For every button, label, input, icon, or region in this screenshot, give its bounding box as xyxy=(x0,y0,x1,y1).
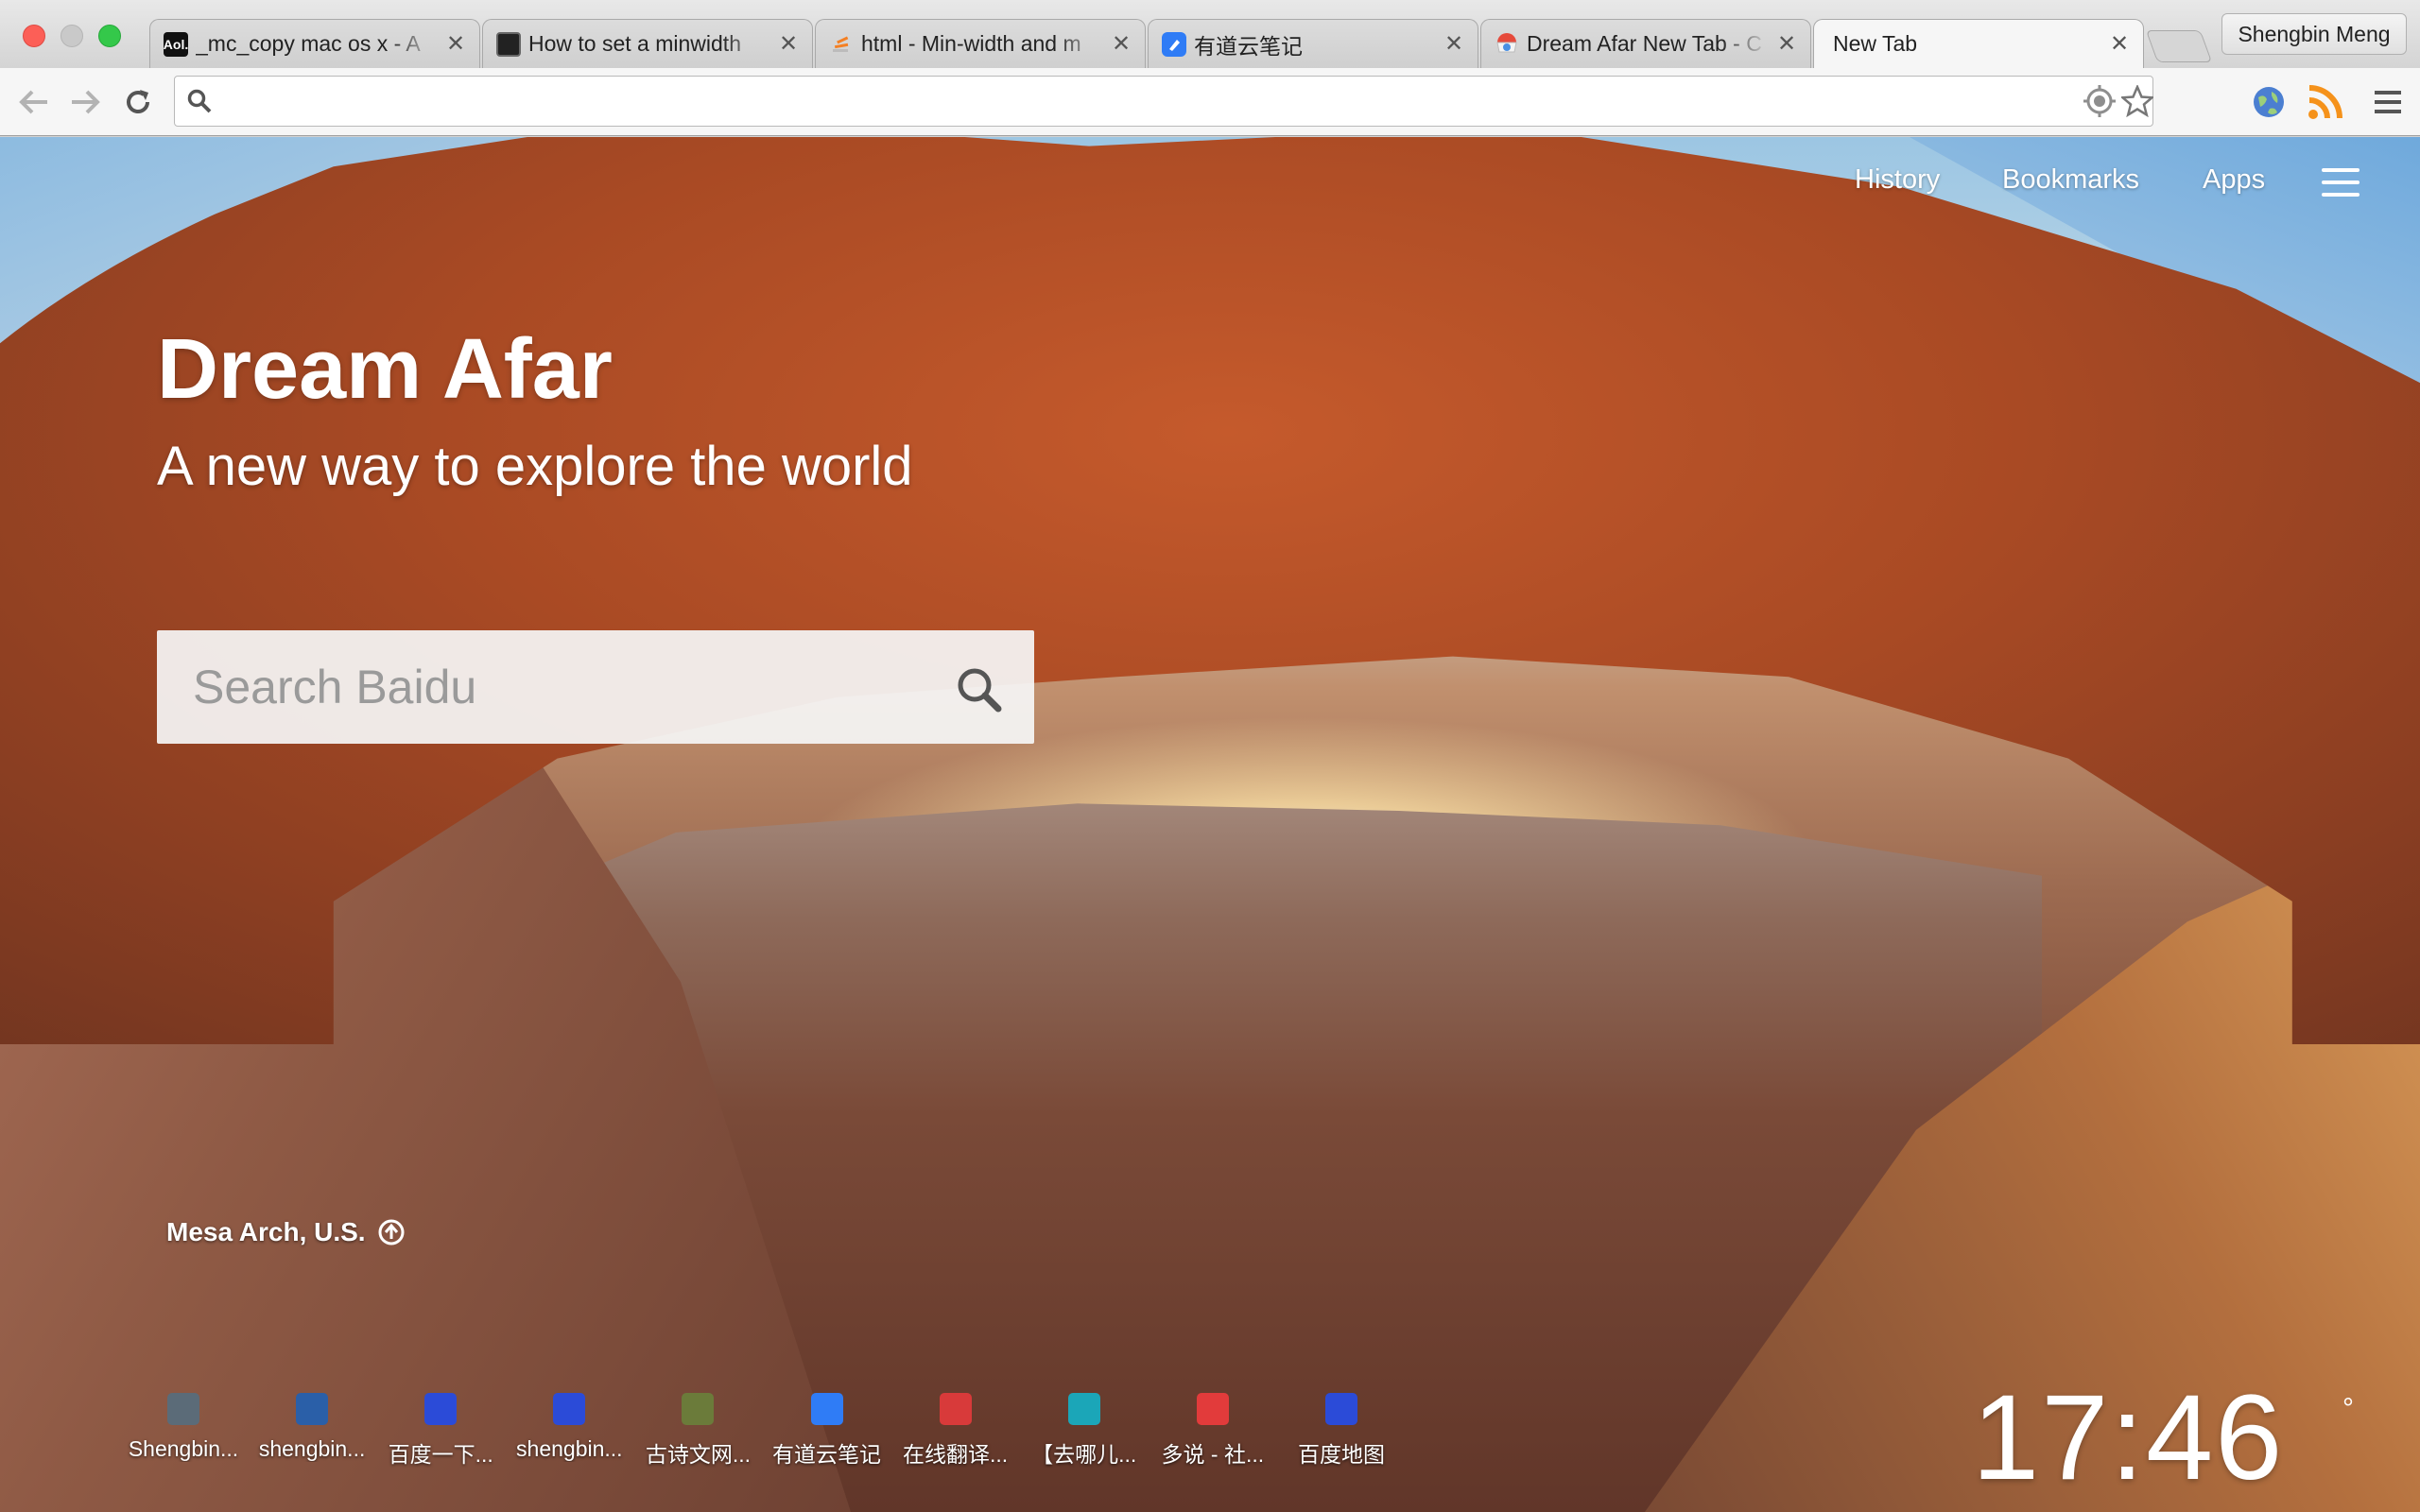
tab-title: _mc_copy mac os x - A xyxy=(196,31,421,56)
tab-strip: Aol. _mc_copy mac os x - A ✕ How to set … xyxy=(149,19,2210,68)
shortcut-tile[interactable]: shengbin... xyxy=(248,1393,376,1478)
shortcut-label: Shengbin... xyxy=(128,1436,239,1461)
search-box[interactable] xyxy=(157,630,1034,744)
terminal-favicon xyxy=(496,31,521,57)
brand-title: Dream Afar xyxy=(157,322,613,417)
translate-icon xyxy=(939,1393,972,1425)
zoom-window-button[interactable] xyxy=(98,25,121,47)
tab-aol[interactable]: Aol. _mc_copy mac os x - A ✕ xyxy=(149,19,480,68)
shortcut-label: 在线翻译... xyxy=(903,1442,1009,1467)
globe-icon[interactable] xyxy=(2250,83,2288,121)
qunar-camel-icon xyxy=(1067,1393,1100,1425)
close-icon[interactable]: ✕ xyxy=(1776,30,1797,58)
shortcut-tile[interactable]: shengbin... xyxy=(505,1393,633,1478)
history-link[interactable]: History xyxy=(1855,164,1940,196)
bookmark-star-icon[interactable] xyxy=(2120,84,2154,118)
tab-new-tab[interactable]: New Tab ✕ xyxy=(1813,19,2144,68)
close-icon[interactable]: ✕ xyxy=(445,30,466,58)
tab-minwidth[interactable]: How to set a minwidth ✕ xyxy=(482,19,813,68)
bookmarks-link[interactable]: Bookmarks xyxy=(2002,164,2139,196)
shortcut-tile[interactable]: 有道云笔记 xyxy=(763,1393,891,1478)
baidu-paw-icon xyxy=(553,1393,586,1425)
shortcut-tile[interactable]: 【去哪儿... xyxy=(1020,1393,1149,1478)
photo-location[interactable]: Mesa Arch, U.S. xyxy=(166,1217,366,1247)
shortcut-tile[interactable]: 百度地图 xyxy=(1277,1393,1406,1478)
shortcut-tile[interactable]: Shengbin... xyxy=(119,1393,248,1478)
location-info-icon[interactable] xyxy=(376,1217,406,1247)
tab-dream-afar[interactable]: Dream Afar New Tab - C ✕ xyxy=(1480,19,1811,68)
back-icon[interactable] xyxy=(17,85,51,119)
aol-favicon: Aol. xyxy=(164,31,188,57)
reload-icon[interactable] xyxy=(121,85,155,119)
shortcut-tile[interactable]: 古诗文网... xyxy=(633,1393,762,1478)
youdao-note-icon xyxy=(810,1393,843,1425)
shortcut-label: 百度一下... xyxy=(388,1442,493,1467)
forward-icon[interactable] xyxy=(68,85,102,119)
search-icon[interactable] xyxy=(951,662,1008,718)
apps-link[interactable]: Apps xyxy=(2203,164,2265,196)
chrome-menu-icon[interactable] xyxy=(2371,87,2405,117)
shield-icon xyxy=(296,1393,329,1425)
shortcut-label: 百度地图 xyxy=(1297,1442,1385,1467)
shortcut-tile[interactable]: 在线翻译... xyxy=(891,1393,1020,1478)
youdao-note-favicon xyxy=(1162,31,1186,57)
shortcut-label: shengbin... xyxy=(258,1436,366,1461)
tab-title: New Tab xyxy=(1833,31,1918,56)
shortcut-tile[interactable]: 百度一下... xyxy=(376,1393,505,1478)
baidu-paw-icon xyxy=(424,1393,458,1425)
rss-icon[interactable] xyxy=(2307,83,2344,121)
search-icon xyxy=(184,86,215,116)
shortcut-label: 多说 - 社... xyxy=(1161,1442,1265,1467)
tab-title: How to set a minwidth xyxy=(528,31,741,56)
duoshuo-icon xyxy=(1196,1393,1229,1425)
minimize-window-button[interactable] xyxy=(60,25,83,47)
shortcut-label: 有道云笔记 xyxy=(772,1442,882,1467)
shortcut-label: shengbin... xyxy=(516,1436,623,1461)
shortcut-label: 【去哪儿... xyxy=(1031,1442,1137,1467)
target-icon[interactable] xyxy=(2083,84,2117,118)
address-bar[interactable] xyxy=(174,76,2153,127)
baidu-map-icon xyxy=(1324,1393,1357,1425)
window-titlebar: Aol. _mc_copy mac os x - A ✕ How to set … xyxy=(0,0,2420,68)
search-input[interactable] xyxy=(193,659,930,715)
tab-title: 有道云笔记 xyxy=(1194,33,1303,59)
brand-subtitle: A new way to explore the world xyxy=(157,436,913,497)
tab-youdao-note[interactable]: 有道云笔记 ✕ xyxy=(1148,19,1478,68)
tab-title: Dream Afar New Tab - C xyxy=(1527,31,1762,56)
shortcut-label: 古诗文网... xyxy=(645,1442,751,1467)
close-icon[interactable]: ✕ xyxy=(1443,30,1464,58)
close-icon[interactable]: ✕ xyxy=(2109,30,2130,58)
hamburger-menu-icon[interactable] xyxy=(2322,168,2360,197)
new-tab-button[interactable] xyxy=(2145,30,2213,62)
tab-title: html - Min-width and m xyxy=(861,31,1081,56)
tab-stackoverflow[interactable]: html - Min-width and m ✕ xyxy=(815,19,1146,68)
avatar-icon xyxy=(167,1393,199,1425)
close-icon[interactable]: ✕ xyxy=(778,30,799,58)
close-window-button[interactable] xyxy=(23,25,45,47)
browser-toolbar xyxy=(0,68,2420,136)
profile-button[interactable]: Shengbin Meng xyxy=(2221,13,2407,55)
clock: 17:46 xyxy=(1972,1370,2285,1505)
stackoverflow-favicon xyxy=(829,32,854,57)
chrome-webstore-favicon xyxy=(1495,32,1519,57)
weather-degree[interactable]: ° xyxy=(2342,1393,2354,1425)
close-icon[interactable]: ✕ xyxy=(1111,30,1132,58)
gushiwen-icon xyxy=(682,1393,715,1425)
shortcut-tile[interactable]: 多说 - 社... xyxy=(1149,1393,1277,1478)
omnibox-input[interactable] xyxy=(222,84,2113,118)
